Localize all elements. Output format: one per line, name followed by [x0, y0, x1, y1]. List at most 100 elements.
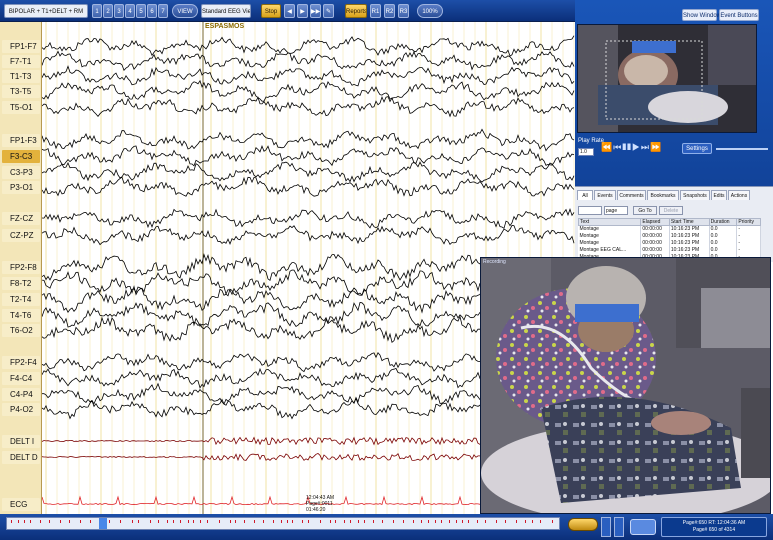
- channel-label[interactable]: T2-T4: [2, 293, 40, 306]
- r2-button[interactable]: R2: [384, 4, 395, 18]
- channel-label[interactable]: ECG: [2, 498, 40, 511]
- column-header[interactable]: Elapsed: [640, 218, 670, 226]
- refresh-icon[interactable]: [614, 517, 624, 537]
- channel-label[interactable]: DELT I: [2, 435, 40, 448]
- channel-label[interactable]: F8-T2: [2, 277, 40, 290]
- channel-label[interactable]: T4-T6: [2, 309, 40, 322]
- grid-button-1[interactable]: 1: [92, 4, 102, 18]
- channel-label[interactable]: FZ-CZ: [2, 212, 40, 225]
- timeline-event-marker: [302, 520, 303, 523]
- grid-button-5[interactable]: 5: [136, 4, 146, 18]
- table-cell: -: [736, 225, 761, 233]
- channel-label[interactable]: C3-P3: [2, 166, 40, 179]
- view-select[interactable]: Standard EEG View: [201, 4, 251, 18]
- channel-label[interactable]: FP2-F8: [2, 261, 40, 274]
- window-toggle-button[interactable]: [630, 519, 656, 535]
- grid-button-3[interactable]: 3: [114, 4, 124, 18]
- tab-actions[interactable]: Actions: [728, 190, 750, 200]
- eeg-trace: [42, 176, 575, 197]
- delete-button[interactable]: Delete: [659, 206, 683, 215]
- r3-button[interactable]: R3: [398, 4, 409, 18]
- channel-label[interactable]: T5-O1: [2, 101, 40, 114]
- tab-bookmarks[interactable]: Bookmarks: [647, 190, 679, 200]
- timeline-event-marker: [552, 520, 553, 523]
- event-annotation[interactable]: ESPASMOS: [205, 23, 244, 30]
- table-row[interactable]: Montage00:00:0010:16:23 PM0.0-: [578, 239, 761, 247]
- rewind-icon[interactable]: ⏪: [601, 142, 613, 152]
- channel-label[interactable]: FP1-F3: [2, 134, 40, 147]
- forward-icon[interactable]: ▶▶: [310, 4, 321, 18]
- show-window-button[interactable]: Show Window: [682, 9, 721, 21]
- channel-label[interactable]: T6-O2: [2, 324, 40, 337]
- timestamp-line: 01:46:20: [306, 507, 326, 513]
- channel-label[interactable]: F4-C4: [2, 372, 40, 385]
- video-preview-small[interactable]: [577, 24, 757, 133]
- r1-button[interactable]: R1: [370, 4, 381, 18]
- timeline-event-marker: [30, 520, 31, 523]
- marker-icon[interactable]: ✎: [323, 4, 334, 18]
- video-player-large[interactable]: Recording: [480, 257, 771, 514]
- column-header[interactable]: Start Time: [668, 218, 710, 226]
- page-number-input[interactable]: [578, 206, 602, 215]
- timeline-event-marker: [468, 520, 469, 523]
- timeline-event-marker: [540, 520, 541, 523]
- lock-icon[interactable]: [601, 517, 611, 537]
- grid-button-4[interactable]: 4: [125, 4, 135, 18]
- go-to-button[interactable]: Go To: [633, 206, 657, 215]
- channel-label[interactable]: F7-T1: [2, 55, 40, 68]
- recording-timeline[interactable]: [6, 517, 560, 530]
- channel-label[interactable]: T1-T3: [2, 70, 40, 83]
- table-row[interactable]: Montage00:00:0010:16:23 PM0.0-: [578, 232, 761, 240]
- timeline-event-marker: [24, 520, 25, 523]
- tab-events[interactable]: Events: [594, 190, 616, 200]
- play-icon[interactable]: ▶: [297, 4, 308, 18]
- pause-icon[interactable]: ❚❚: [622, 142, 631, 152]
- event-buttons-button[interactable]: Event Buttons: [719, 9, 759, 21]
- tab-snapshots[interactable]: Snapshots: [680, 190, 710, 200]
- grid-button-2[interactable]: 2: [103, 4, 113, 18]
- channel-label[interactable]: F3-C3: [2, 150, 40, 163]
- montage-select[interactable]: BIPOLAR + T1+DELT + RM: [4, 4, 88, 18]
- timeline-event-marker: [441, 520, 442, 523]
- channel-label[interactable]: T3-T5: [2, 85, 40, 98]
- channel-label[interactable]: FP2-F4: [2, 356, 40, 369]
- table-row[interactable]: Montage00:00:0010:16:23 PM0.0-: [578, 225, 761, 233]
- page-unit-select[interactable]: page: [604, 206, 628, 215]
- stop-button[interactable]: Stop: [261, 4, 281, 18]
- grid-button-6[interactable]: 6: [147, 4, 157, 18]
- channel-label[interactable]: P4-O2: [2, 403, 40, 416]
- step-forward-icon[interactable]: ⏭: [641, 142, 650, 152]
- rewind-icon[interactable]: ◀: [284, 4, 295, 18]
- settings-button[interactable]: Settings: [682, 143, 712, 154]
- eeg-trace: [42, 128, 575, 152]
- video-frame-large: [481, 258, 770, 513]
- timeline-event-marker: [80, 520, 81, 523]
- page-nav-button[interactable]: [568, 518, 598, 531]
- channel-label[interactable]: CZ-PZ: [2, 229, 40, 242]
- play-icon[interactable]: ▶: [632, 142, 641, 152]
- tab-comments[interactable]: Comments: [617, 190, 646, 200]
- timeline-event-marker: [193, 520, 194, 523]
- timeline-event-marker: [308, 520, 309, 523]
- fast-forward-icon[interactable]: ⏩: [650, 142, 662, 152]
- timeline-event-marker: [254, 520, 255, 523]
- channel-label[interactable]: C4-P4: [2, 388, 40, 401]
- column-header[interactable]: Text: [577, 218, 642, 226]
- table-row[interactable]: Montage EEG CAL... 00:00:00 10:16:23 PM 0.0…: [578, 246, 761, 254]
- timeline-event-marker: [516, 520, 517, 523]
- timeline-event-marker: [60, 520, 61, 523]
- tab-edits[interactable]: Edits: [711, 190, 727, 200]
- channel-label[interactable]: P3-O1: [2, 181, 40, 194]
- view-button[interactable]: VIEW: [172, 4, 198, 18]
- tab-all[interactable]: All: [577, 190, 593, 200]
- zoom-button[interactable]: 100%: [417, 4, 443, 18]
- column-header[interactable]: Duration: [708, 218, 738, 226]
- volume-slider[interactable]: [716, 148, 768, 150]
- reports-button[interactable]: Reports: [345, 4, 367, 18]
- channel-label[interactable]: DELT D: [2, 451, 40, 464]
- grid-button-7[interactable]: 7: [158, 4, 168, 18]
- step-back-icon[interactable]: ⏮: [613, 142, 622, 152]
- play-rate-select[interactable]: 1.0: [578, 148, 594, 156]
- column-header[interactable]: Priority: [736, 218, 761, 226]
- channel-label[interactable]: FP1-F7: [2, 40, 40, 53]
